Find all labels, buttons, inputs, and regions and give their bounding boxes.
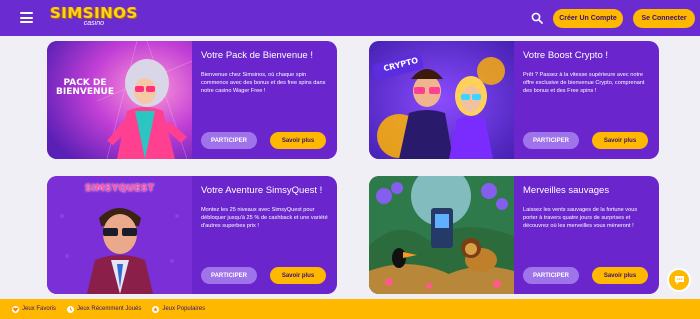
footer-recent[interactable]: Jeux Récemment Joués (67, 305, 142, 313)
chat-icon (674, 276, 684, 285)
promo-body-welcome: Votre Pack de Bienvenue ! Bienvenue chez… (192, 41, 337, 159)
promo-description: Bienvenue chez Simsinos, où chaque spin … (201, 72, 326, 94)
footer-popular[interactable]: Jeux Populaires (152, 305, 206, 313)
logo-wordmark: SIMSINOS (50, 4, 138, 22)
bottom-quick-bar: Jeux Favoris Jeux Récemment Joués Jeux P… (0, 299, 700, 319)
promo-image-welcome: PACK DE BIENVENUE (47, 41, 192, 159)
promo-card-simsyquest: SIMSYQUEST Votre Aventure SimsyQuest ! M… (47, 176, 337, 294)
participate-button[interactable]: PARTICIPER (201, 267, 257, 284)
top-header: SIMSINOS casino Créer Un Compte Se Conne… (0, 0, 700, 36)
promo-card-wild-wonders: Merveilles sauvages Laissez les vents sa… (369, 176, 659, 294)
promo-image-wild-wonders (369, 176, 514, 294)
learn-more-button[interactable]: Savoir plus (592, 267, 648, 284)
participate-button[interactable]: PARTICIPER (523, 132, 579, 149)
promo-body-simsyquest: Votre Aventure SimsyQuest ! Montez les 2… (192, 176, 337, 294)
promo-card-welcome: PACK DE BIENVENUE Votre Pack de Bienvenu… (47, 41, 337, 159)
participate-button[interactable]: PARTICIPER (523, 267, 579, 284)
footer-label: Jeux Récemment Joués (77, 306, 142, 312)
site-logo[interactable]: SIMSINOS casino (50, 4, 138, 28)
learn-more-button[interactable]: Savoir plus (270, 132, 326, 149)
footer-label: Jeux Favoris (22, 306, 57, 312)
learn-more-button[interactable]: Savoir plus (270, 267, 326, 284)
clock-icon (67, 305, 75, 313)
login-button[interactable]: Se Connecter (633, 9, 695, 28)
menu-icon[interactable] (20, 12, 33, 23)
promo-description: Laissez les vents sauvages de la fortune… (523, 207, 638, 229)
search-icon[interactable] (531, 12, 543, 24)
promo-body-wild-wonders: Merveilles sauvages Laissez les vents sa… (514, 176, 659, 294)
promo-body-crypto: Votre Boost Crypto ! Prêt ? Passez à la … (514, 41, 659, 159)
promo-title: Votre Pack de Bienvenue ! (201, 50, 313, 61)
promo-title: Merveilles sauvages (523, 185, 610, 196)
promo-title: Votre Aventure SimsyQuest ! (201, 185, 323, 196)
image-caption-welcome: PACK DE BIENVENUE (56, 78, 114, 98)
participate-button[interactable]: PARTICIPER (201, 132, 257, 149)
heart-icon (12, 305, 19, 313)
footer-favorites[interactable]: Jeux Favoris (12, 305, 57, 313)
learn-more-button[interactable]: Savoir plus (592, 132, 648, 149)
footer-label: Jeux Populaires (162, 306, 206, 312)
promo-image-crypto: CRYPTO (369, 41, 514, 159)
signup-button[interactable]: Créer Un Compte (553, 9, 623, 28)
image-caption-simsyquest: SIMSYQUEST (84, 183, 155, 194)
promo-description: Montez les 25 niveaux avec SimsyQuest po… (201, 207, 328, 229)
chat-button[interactable] (667, 268, 691, 292)
promo-description: Prêt ? Passez à la vitesse supérieure av… (523, 72, 645, 94)
promo-title: Votre Boost Crypto ! (523, 50, 609, 61)
promo-image-simsyquest: SIMSYQUEST (47, 176, 192, 294)
promo-card-crypto: CRYPTO Votre Boost Crypto ! Prêt ? Passe… (369, 41, 659, 159)
star-icon (152, 305, 160, 313)
